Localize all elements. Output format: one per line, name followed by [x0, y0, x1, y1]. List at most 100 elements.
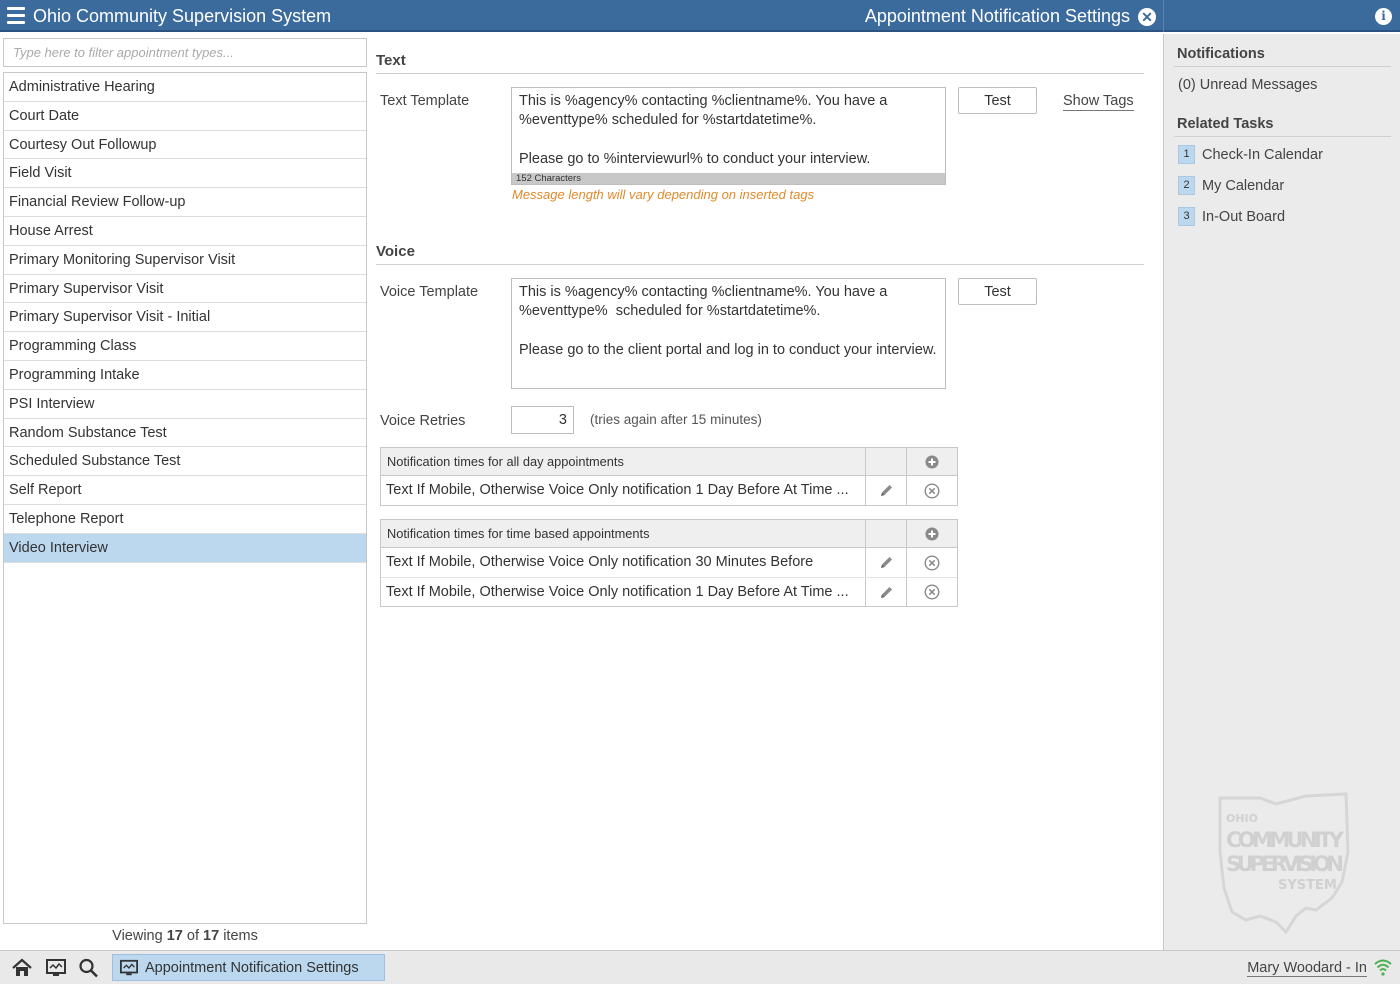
- related-task-item[interactable]: 2 My Calendar: [1178, 176, 1284, 195]
- appointment-type-item[interactable]: Telephone Report: [4, 505, 366, 534]
- voice-template-label: Voice Template: [380, 284, 479, 300]
- task-label: In-Out Board: [1202, 208, 1286, 225]
- notification-row: Text If Mobile, Otherwise Voice Only not…: [381, 548, 957, 577]
- appointment-type-item[interactable]: Programming Class: [4, 332, 366, 361]
- voice-retries-input[interactable]: [511, 406, 574, 434]
- info-icon[interactable]: i: [1375, 8, 1392, 25]
- pencil-icon[interactable]: [865, 476, 906, 505]
- app-header: Ohio Community Supervision System Appoin…: [0, 0, 1400, 32]
- text-template-editor[interactable]: This is %agency% contacting %clientname%…: [511, 87, 946, 185]
- active-app-tab[interactable]: Appointment Notification Settings: [112, 954, 385, 981]
- appointment-type-item[interactable]: Court Date: [4, 102, 366, 131]
- appointment-type-item[interactable]: Financial Review Follow-up: [4, 188, 366, 217]
- related-tasks-heading: Related Tasks: [1174, 116, 1391, 137]
- appointment-type-item[interactable]: Primary Monitoring Supervisor Visit: [4, 246, 366, 275]
- task-number-badge: 3: [1178, 207, 1195, 226]
- remove-icon[interactable]: [906, 578, 957, 606]
- task-number-badge: 2: [1178, 176, 1195, 195]
- voice-template-content[interactable]: This is %agency% contacting %clientname%…: [512, 279, 945, 364]
- appointment-type-item[interactable]: Primary Supervisor Visit - Initial: [4, 303, 366, 333]
- logo-line-4: SYSTEM: [1278, 878, 1337, 893]
- text-section-heading: Text: [376, 52, 1144, 74]
- pencil-icon[interactable]: [865, 548, 906, 577]
- appointment-type-item[interactable]: PSI Interview: [4, 390, 366, 419]
- appointment-type-item[interactable]: Video Interview: [4, 533, 366, 563]
- notification-description: Text If Mobile, Otherwise Voice Only not…: [386, 584, 849, 600]
- appointment-type-item[interactable]: Scheduled Substance Test: [4, 447, 366, 477]
- table-header: Notification times for all day appointme…: [381, 448, 957, 476]
- voice-retries-label: Voice Retries: [380, 413, 466, 429]
- header-divider: [1163, 0, 1164, 32]
- appointment-types-panel: Administrative HearingCourt DateCourtesy…: [0, 34, 370, 950]
- active-app-label: Appointment Notification Settings: [145, 959, 359, 976]
- test-text-button[interactable]: Test: [958, 87, 1037, 114]
- all-day-notification-table: Notification times for all day appointme…: [380, 447, 958, 506]
- length-warning: Message length will vary depending on in…: [512, 187, 815, 202]
- text-template-label: Text Template: [380, 93, 470, 109]
- wifi-icon: [1374, 959, 1392, 976]
- task-number-badge: 1: [1178, 145, 1195, 164]
- appointment-type-item[interactable]: Field Visit: [4, 159, 366, 189]
- show-tags-link[interactable]: Show Tags: [1063, 93, 1134, 111]
- close-icon[interactable]: ✕: [1138, 8, 1156, 26]
- notification-description: Text If Mobile, Otherwise Voice Only not…: [386, 482, 849, 498]
- menu-icon[interactable]: [7, 7, 25, 25]
- all-day-rows: Text If Mobile, Otherwise Voice Only not…: [381, 476, 957, 505]
- appointment-type-list: Administrative Hearing Court Date Courtesy…: [3, 72, 367, 924]
- notification-description: Text If Mobile, Otherwise Voice Only not…: [386, 554, 814, 570]
- home-icon[interactable]: [11, 958, 33, 978]
- header-spacer: [865, 520, 906, 547]
- viewing-total: 17: [203, 928, 220, 944]
- related-task-item[interactable]: 3 In-Out Board: [1178, 207, 1285, 226]
- logo-line-2: COMMUNITY: [1226, 828, 1345, 852]
- monitor-icon: [120, 959, 138, 975]
- viewing-prefix: Viewing: [112, 928, 163, 944]
- table-header: Notification times for time based appoin…: [381, 520, 957, 548]
- unread-messages-link[interactable]: (0) Unread Messages: [1178, 77, 1317, 93]
- notification-row: Text If Mobile, Otherwise Voice Only not…: [381, 577, 957, 606]
- appointment-type-item[interactable]: Administrative Hearing: [4, 73, 366, 102]
- header-spacer: [865, 448, 906, 475]
- appointment-type-item[interactable]: Self Report: [4, 476, 366, 505]
- viewing-suffix: items: [223, 928, 258, 944]
- appointment-type-item[interactable]: Programming Intake: [4, 361, 366, 390]
- viewing-count: Viewing 17 of 17 items: [0, 928, 370, 944]
- viewing-of: of: [186, 928, 199, 944]
- voice-section-heading: Voice: [376, 243, 1144, 265]
- time-based-rows: Text If Mobile, Otherwise Voice Only not…: [381, 548, 957, 606]
- character-count: 152 Characters: [512, 173, 945, 184]
- time-based-table-title: Notification times for time based appoin…: [387, 526, 650, 541]
- pencil-icon[interactable]: [865, 578, 906, 606]
- time-based-notification-table: Notification times for time based appoin…: [380, 519, 958, 607]
- test-voice-button[interactable]: Test: [958, 278, 1037, 305]
- remove-icon[interactable]: [906, 476, 957, 505]
- voice-template-editor[interactable]: This is %agency% contacting %clientname%…: [511, 278, 946, 389]
- appointment-type-item[interactable]: House Arrest: [4, 217, 366, 246]
- task-label: Check-In Calendar: [1202, 146, 1323, 163]
- notification-row: Text If Mobile, Otherwise Voice Only not…: [381, 476, 957, 505]
- settings-content: Text Text Template This is %agency% cont…: [370, 34, 1163, 950]
- text-template-content[interactable]: This is %agency% contacting %clientname%…: [512, 88, 945, 173]
- appointment-type-item[interactable]: Primary Supervisor Visit: [4, 275, 366, 304]
- taskbar: Appointment Notification Settings Mary W…: [0, 950, 1400, 984]
- remove-icon[interactable]: [906, 548, 957, 577]
- add-icon[interactable]: [906, 520, 957, 547]
- app-title: Ohio Community Supervision System: [33, 6, 332, 26]
- related-task-item[interactable]: 1 Check-In Calendar: [1178, 145, 1323, 164]
- user-status-link[interactable]: Mary Woodard - In: [1247, 960, 1367, 977]
- all-day-table-title: Notification times for all day appointme…: [387, 454, 624, 469]
- add-icon[interactable]: [906, 448, 957, 475]
- appointment-type-item[interactable]: Courtesy Out Followup: [4, 131, 366, 160]
- appointment-type-item[interactable]: Random Substance Test: [4, 419, 366, 448]
- notifications-heading: Notifications: [1174, 46, 1391, 67]
- viewing-shown: 17: [166, 928, 183, 944]
- logo-line-3: SUPERVISION: [1226, 852, 1344, 876]
- ocss-logo-watermark: OHIO COMMUNITY SUPERVISION SYSTEM: [1218, 792, 1350, 934]
- search-icon[interactable]: [78, 958, 100, 978]
- page-title: Appointment Notification Settings: [864, 6, 1130, 26]
- logo-line-1: OHIO: [1226, 812, 1258, 825]
- task-label: My Calendar: [1202, 177, 1285, 194]
- monitor-icon[interactable]: [45, 958, 67, 978]
- voice-retries-hint: (tries again after 15 minutes): [590, 412, 762, 427]
- filter-input[interactable]: [3, 38, 367, 67]
